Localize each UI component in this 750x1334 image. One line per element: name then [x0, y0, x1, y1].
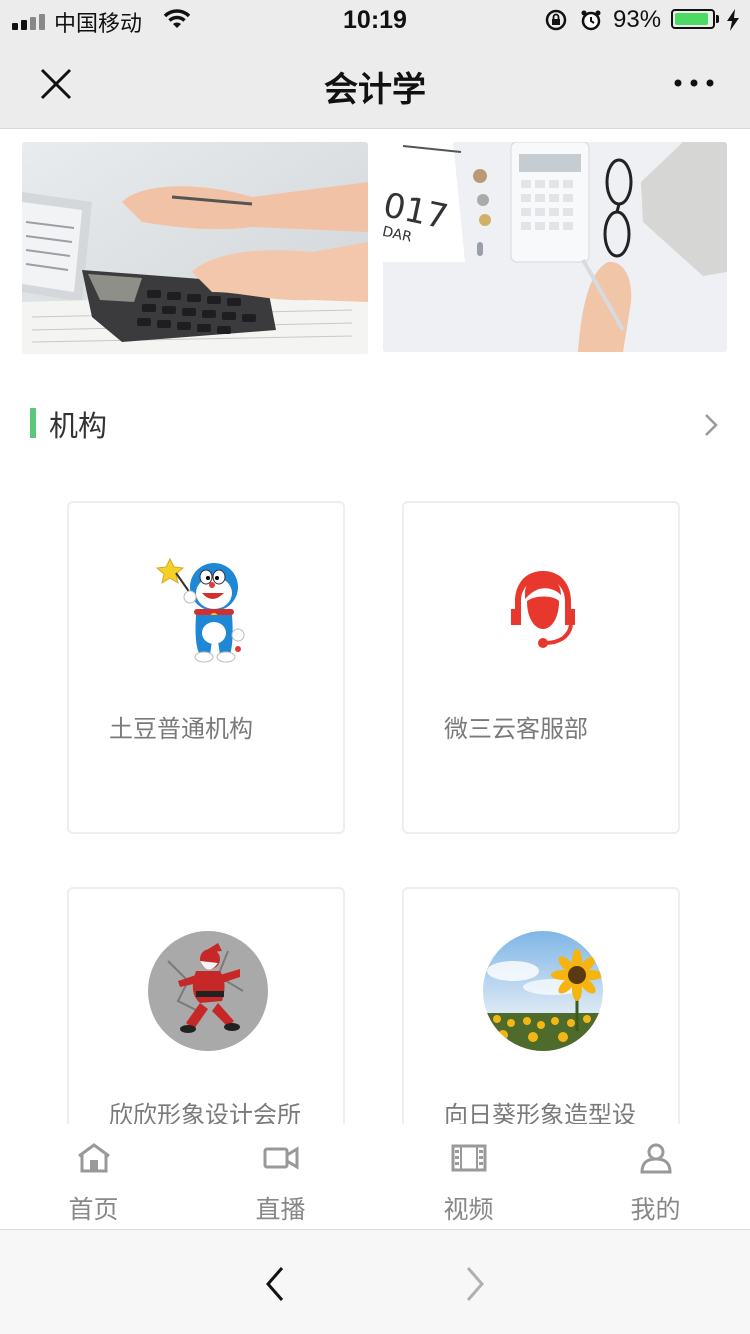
section-accent-bar [30, 408, 36, 438]
institution-card[interactable]: 欣欣形象设计会所 [67, 887, 345, 1147]
page-title: 会计学 [324, 70, 426, 110]
battery-tip [716, 15, 719, 23]
institutions-section-header[interactable]: 机构 [0, 395, 750, 455]
institution-name: 土豆普通机构 [109, 715, 253, 743]
institution-card[interactable]: 土豆普通机构 [67, 501, 345, 834]
battery-icon [671, 9, 715, 29]
banner-calculator-typing[interactable] [22, 142, 368, 354]
rotation-lock-icon [545, 9, 567, 31]
chevron-right-icon[interactable] [700, 411, 724, 439]
banner-image [22, 142, 368, 354]
tab-label: 我的 [630, 1195, 681, 1224]
institution-card[interactable]: 向日葵形象造型设 [402, 887, 680, 1147]
alarm-icon [581, 10, 601, 31]
back-arrow-icon[interactable] [258, 1264, 294, 1304]
tab-label: 首页 [68, 1195, 119, 1224]
tab-label: 直播 [255, 1195, 306, 1224]
headset-avatar [511, 571, 575, 648]
home-icon [78, 1143, 110, 1173]
section-title: 机构 [49, 409, 108, 443]
sunflower-avatar [483, 931, 603, 1051]
institution-name: 微三云客服部 [444, 715, 588, 743]
banner-image: 017 DAR [383, 142, 727, 352]
tab-video[interactable]: 视频 [375, 1124, 562, 1229]
more-options-icon[interactable] [672, 68, 716, 98]
santa-avatar [148, 931, 268, 1051]
bottom-tab-bar: 首页 直播 视频 我的 [0, 1124, 750, 1230]
battery-percent: 93% [613, 6, 662, 33]
user-icon [640, 1143, 672, 1174]
status-bar: 中国移动 10:19 93% [0, 0, 750, 40]
video-camera-icon [263, 1146, 299, 1170]
tab-home[interactable]: 首页 [0, 1124, 187, 1229]
film-icon [451, 1144, 487, 1172]
tab-live[interactable]: 直播 [187, 1124, 374, 1229]
institution-card[interactable]: 微三云客服部 [402, 501, 680, 834]
browser-toolbar [0, 1230, 750, 1334]
doraemon-avatar [148, 545, 268, 665]
battery-level [675, 13, 708, 25]
tab-me[interactable]: 我的 [562, 1124, 749, 1229]
tab-label: 视频 [443, 1195, 494, 1224]
charging-bolt-icon [727, 9, 739, 31]
banner-calculator-desk[interactable]: 017 DAR [383, 142, 727, 352]
navigation-bar: 会计学 [0, 40, 750, 129]
forward-arrow-icon[interactable] [456, 1264, 492, 1304]
